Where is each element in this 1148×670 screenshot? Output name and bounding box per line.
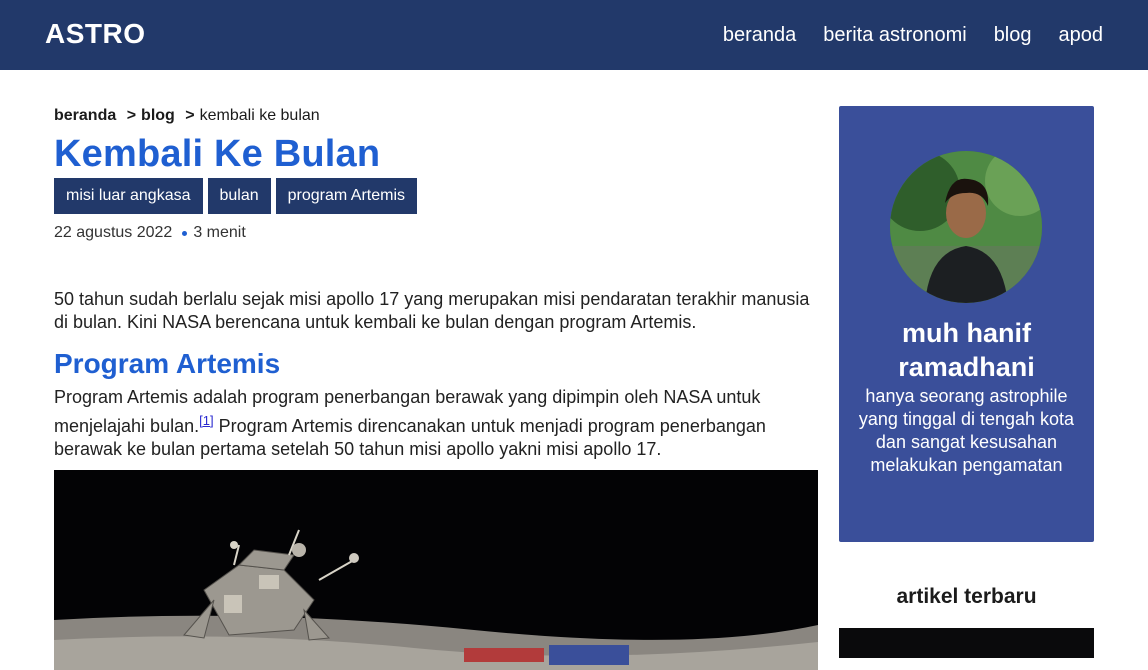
nav-item-beranda[interactable]: beranda xyxy=(723,24,796,47)
nav-item-berita-astronomi[interactable]: berita astronomi xyxy=(823,24,966,47)
citation-sup: [1] xyxy=(199,412,213,429)
author-bio: hanya seorang astrophile yang tinggal di… xyxy=(858,386,1075,475)
latest-article-thumbnail[interactable] xyxy=(839,628,1094,658)
lunar-landing-photo xyxy=(54,470,818,670)
breadcrumb: beranda > blog > kembali ke bulan xyxy=(54,105,818,127)
main-nav: beranda berita astronomi blog apod xyxy=(723,24,1103,47)
tag-bulan[interactable]: bulan xyxy=(207,178,271,214)
tag-misi-luar-angkasa[interactable]: misi luar angkasa xyxy=(54,178,203,214)
section-heading: Program Artemis xyxy=(54,348,281,379)
section-paragraph: Program Artemis adalah program penerbang… xyxy=(54,386,818,461)
article-title: Kembali Ke Bulan xyxy=(54,133,381,175)
breadcrumb-separator: > xyxy=(185,107,195,124)
brand-logo[interactable]: ASTRO xyxy=(45,18,146,50)
tag-list: misi luar angkasa bulan program Artemis xyxy=(54,178,818,214)
breadcrumb-beranda[interactable]: beranda xyxy=(54,107,116,124)
nav-item-apod[interactable]: apod xyxy=(1059,24,1104,47)
author-name: muh hanif ramadhani xyxy=(898,318,1035,382)
article-main: beranda > blog > kembali ke bulan Kembali … xyxy=(54,105,818,670)
tag-program-artemis[interactable]: program Artemis xyxy=(275,178,418,214)
breadcrumb-separator: > xyxy=(126,107,137,124)
separator-dot-icon xyxy=(182,230,188,236)
article-intro: 50 tahun sudah berlalu sejak misi apollo… xyxy=(54,289,810,332)
author-profile-card: muh hanif ramadhani hanya seorang astrop… xyxy=(839,106,1094,542)
breadcrumb-blog[interactable]: blog xyxy=(141,107,175,124)
breadcrumb-current: kembali ke bulan xyxy=(199,107,320,124)
publish-date: 22 agustus 2022 xyxy=(54,224,173,241)
top-navbar: ASTRO beranda berita astronomi blog apod xyxy=(0,0,1148,70)
latest-articles-heading: artikel terbaru xyxy=(896,585,1037,608)
citation-link[interactable]: [1] xyxy=(199,413,213,428)
article-meta: 22 agustus 2022 3 menit xyxy=(54,222,818,244)
avatar-image xyxy=(890,151,1042,303)
lunar-module-illustration xyxy=(54,470,818,670)
author-avatar xyxy=(890,151,1042,303)
read-time: 3 menit xyxy=(193,224,246,241)
nav-item-blog[interactable]: blog xyxy=(994,24,1032,47)
